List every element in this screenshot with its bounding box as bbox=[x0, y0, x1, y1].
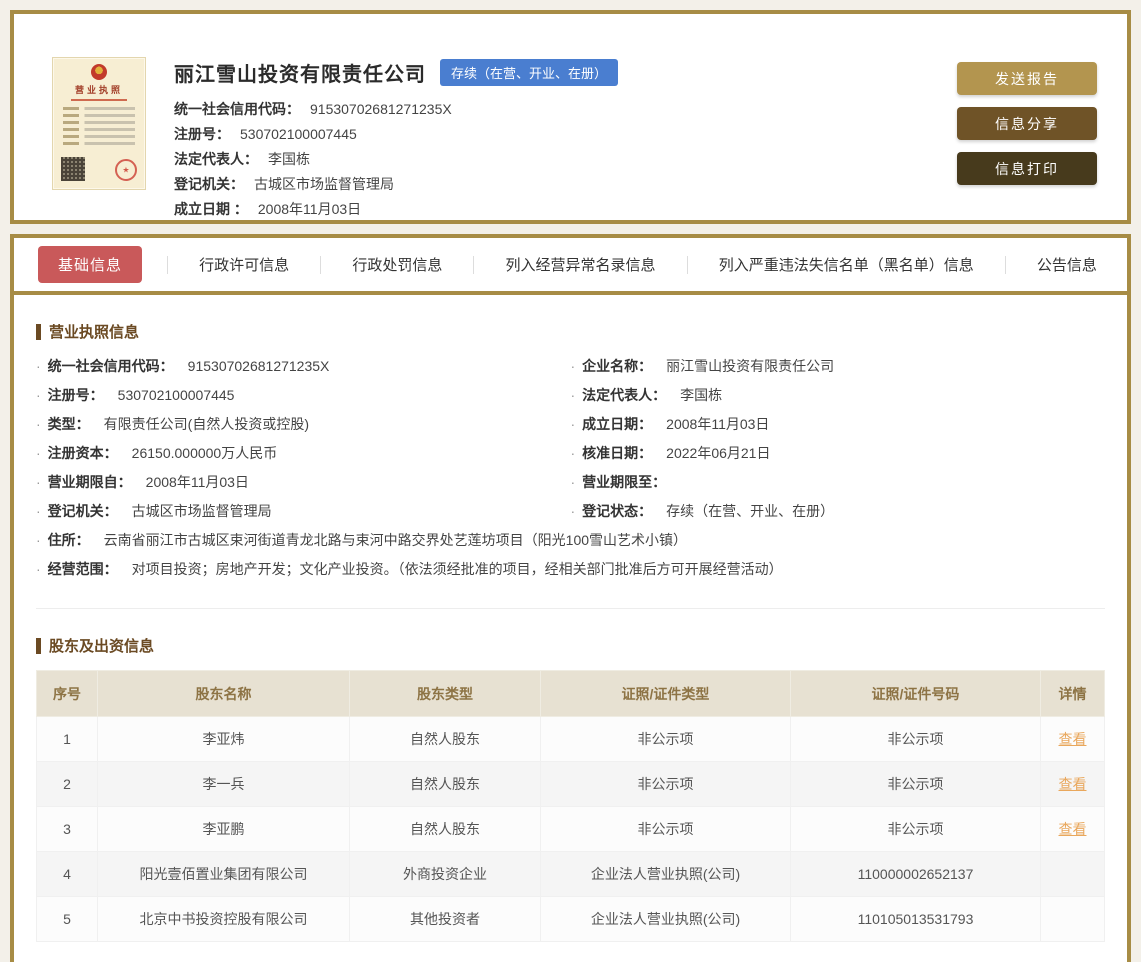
tab-basic-info[interactable]: 基础信息 bbox=[38, 246, 143, 283]
view-detail-link[interactable]: 查看 bbox=[1059, 776, 1087, 792]
send-report-button[interactable]: 发送报告 bbox=[957, 62, 1097, 95]
tab-serious-violation-blacklist[interactable]: 列入严重违法失信名单（黑名单）信息 bbox=[713, 246, 980, 283]
red-stamp-icon bbox=[115, 159, 137, 181]
field-legal-rep: · 法定代表人： 李国栋 bbox=[570, 387, 723, 403]
field-term-to: · 营业期限至： bbox=[570, 474, 667, 490]
field-business-scope: · 经营范围： 对项目投资；房地产开发；文化产业投资。（依法须经批准的项目，经相关部… bbox=[36, 561, 783, 577]
field-registration-status: · 登记状态： 存续（在营、开业、在册） bbox=[570, 503, 835, 519]
company-name: 丽江雪山投资有限责任公司 bbox=[174, 64, 426, 86]
field-term-from: · 营业期限自： 2008年11月03日 bbox=[36, 474, 249, 490]
field-registered-capital: · 注册资本： 26150.000000万人民币 bbox=[36, 445, 278, 461]
print-info-button[interactable]: 信息打印 bbox=[957, 152, 1097, 185]
section-title-shareholders: 股东及出资信息 bbox=[36, 635, 1105, 656]
col-header-type: 股东类型 bbox=[349, 670, 541, 717]
field-company-name: · 企业名称： 丽江雪山投资有限责任公司 bbox=[570, 358, 835, 374]
field-company-type: · 类型： 有限责任公司(自然人投资或控股) bbox=[36, 416, 309, 432]
table-row: 2 李一兵 自然人股东 非公示项 非公示项 查看 bbox=[36, 761, 1105, 807]
field-address: · 住所： 云南省丽江市古城区束河街道青龙北路与束河中路交界处艺莲坊项目（阳光100… bbox=[36, 532, 688, 548]
header-field-founded-date: 成立日期 ： 2008年11月03日 bbox=[174, 201, 362, 217]
tab-announcements[interactable]: 公告信息 bbox=[1031, 246, 1103, 283]
national-emblem-icon bbox=[91, 64, 107, 80]
empty-detail-cell bbox=[1040, 851, 1105, 897]
table-header-row: 序号 股东名称 股东类型 证照/证件类型 证照/证件号码 详情 bbox=[36, 670, 1105, 717]
table-row: 1 李亚炜 自然人股东 非公示项 非公示项 查看 bbox=[36, 716, 1105, 762]
header-action-buttons: 发送报告 信息分享 信息打印 bbox=[957, 62, 1097, 220]
field-founded-date: · 成立日期： 2008年11月03日 bbox=[570, 416, 770, 432]
detail-card: 基础信息 行政许可信息 行政处罚信息 列入经营异常名录信息 列入严重违法失信名单… bbox=[10, 234, 1131, 962]
shareholders-table: 序号 股东名称 股东类型 证照/证件类型 证照/证件号码 详情 1 李亚炜 自然… bbox=[36, 670, 1105, 942]
tab-admin-license[interactable]: 行政许可信息 bbox=[193, 246, 295, 283]
view-detail-link[interactable]: 查看 bbox=[1059, 821, 1087, 837]
header-field-reg-no: 注册号： 530702100007445 bbox=[174, 126, 357, 142]
section-title-license-info: 营业执照信息 bbox=[36, 321, 1105, 342]
col-header-index: 序号 bbox=[36, 670, 98, 717]
status-badge: 存续（在营、开业、在册） bbox=[440, 59, 619, 86]
empty-detail-cell bbox=[1040, 896, 1105, 942]
field-authority: · 登记机关： 古城区市场监督管理局 bbox=[36, 503, 272, 519]
col-header-detail: 详情 bbox=[1040, 670, 1105, 717]
field-reg-no: · 注册号： 530702100007445 bbox=[36, 387, 235, 403]
section-divider bbox=[36, 608, 1105, 609]
company-header-card: 营业执照 丽江雪山投资有限责任公司 存续（在营、开业、在册） 统一社会信用代码：… bbox=[10, 10, 1131, 224]
tab-admin-penalty[interactable]: 行政处罚信息 bbox=[346, 246, 448, 283]
license-fields-grid: · 统一社会信用代码： 91530702681271235X · 注册号： 530702… bbox=[36, 352, 1105, 526]
tab-bar: 基础信息 行政许可信息 行政处罚信息 列入经营异常名录信息 列入严重违法失信名单… bbox=[14, 238, 1127, 295]
tab-abnormal-operation-list[interactable]: 列入经营异常名录信息 bbox=[500, 246, 662, 283]
col-header-cert-no: 证照/证件号码 bbox=[790, 670, 1041, 717]
license-thumb-title: 营业执照 bbox=[74, 85, 123, 95]
table-row: 4 阳光壹佰置业集团有限公司 外商投资企业 企业法人营业执照(公司) 11000… bbox=[36, 851, 1105, 897]
view-detail-link[interactable]: 查看 bbox=[1059, 731, 1087, 747]
col-header-name: 股东名称 bbox=[97, 670, 350, 717]
share-info-button[interactable]: 信息分享 bbox=[957, 107, 1097, 140]
col-header-cert-type: 证照/证件类型 bbox=[540, 670, 791, 717]
qr-code bbox=[61, 157, 85, 181]
license-decoration bbox=[71, 99, 127, 101]
header-field-legal-rep: 法定代表人： 李国栋 bbox=[174, 151, 310, 167]
table-row: 3 李亚鹏 自然人股东 非公示项 非公示项 查看 bbox=[36, 806, 1105, 852]
field-credit-code: · 统一社会信用代码： 91530702681271235X bbox=[36, 358, 330, 374]
table-row: 5 北京中书投资控股有限公司 其他投资者 企业法人营业执照(公司) 110105… bbox=[36, 896, 1105, 942]
field-approval-date: · 核准日期： 2022年06月21日 bbox=[570, 445, 771, 461]
header-field-authority: 登记机关： 古城区市场监督管理局 bbox=[174, 176, 394, 192]
header-field-credit-code: 统一社会信用代码： 91530702681271235X bbox=[174, 101, 452, 117]
business-license-thumbnail: 营业执照 bbox=[52, 57, 146, 190]
